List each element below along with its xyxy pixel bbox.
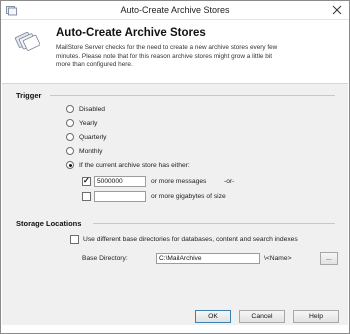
different-dirs-label: Use different base directories for datab… [83,236,298,243]
radio-monthly[interactable]: Monthly [66,146,102,156]
dialog-window: Auto-Create Archive Stores Auto-Create A… [0,0,350,334]
radio-label: Disabled [79,105,106,113]
gigabytes-suffix-label: or more gigabytes of size [151,193,226,200]
trigger-section-rule [50,95,335,96]
or-separator-label: -or- [224,178,235,185]
radio-label: Yearly [79,119,98,127]
base-directory-input[interactable]: C:\MailArchive [156,253,260,264]
radio-label: Quarterly [79,133,107,141]
dialog-body: Trigger Disabled Yearly Quarterly Monthl… [2,83,348,325]
help-button[interactable]: Help [293,310,339,323]
close-icon[interactable] [331,4,343,16]
storage-section-label: Storage Locations [16,219,82,228]
header-description: MailStore Server checks for the need to … [56,44,278,68]
browse-button[interactable]: ... [320,252,338,265]
archive-stores-icon [14,31,40,51]
messages-checkbox[interactable] [82,176,91,186]
radio-button[interactable] [66,147,74,155]
radio-quarterly[interactable]: Quarterly [66,132,107,142]
header-title: Auto-Create Archive Stores [56,27,206,39]
radio-button[interactable] [66,119,74,127]
title-bar: Auto-Create Archive Stores [1,1,349,20]
gigabytes-size-input[interactable] [94,191,146,202]
storage-section-rule [93,223,335,224]
base-directory-label: Base Directory: [82,255,128,262]
gigabytes-checkbox[interactable] [82,192,91,201]
messages-count-input[interactable]: 5000000 [94,176,146,187]
ok-button[interactable]: OK [195,310,231,323]
window-title: Auto-Create Archive Stores [120,5,230,15]
dialog-header: Auto-Create Archive Stores MailStore Ser… [2,21,348,82]
radio-button[interactable] [66,161,74,169]
radio-if-current-store[interactable]: If the current archive store has either: [66,160,190,170]
messages-suffix-label: or more messages [151,178,207,185]
radio-button[interactable] [66,133,74,141]
radio-label: Monthly [79,147,103,155]
name-suffix-label: \<Name> [264,255,292,262]
cancel-button[interactable]: Cancel [239,310,285,323]
trigger-section-label: Trigger [16,91,42,100]
radio-yearly[interactable]: Yearly [66,118,97,128]
radio-button[interactable] [66,105,74,113]
radio-disabled[interactable]: Disabled [66,104,105,114]
different-dirs-checkbox[interactable] [70,235,79,244]
radio-label: If the current archive store has either: [79,161,190,169]
